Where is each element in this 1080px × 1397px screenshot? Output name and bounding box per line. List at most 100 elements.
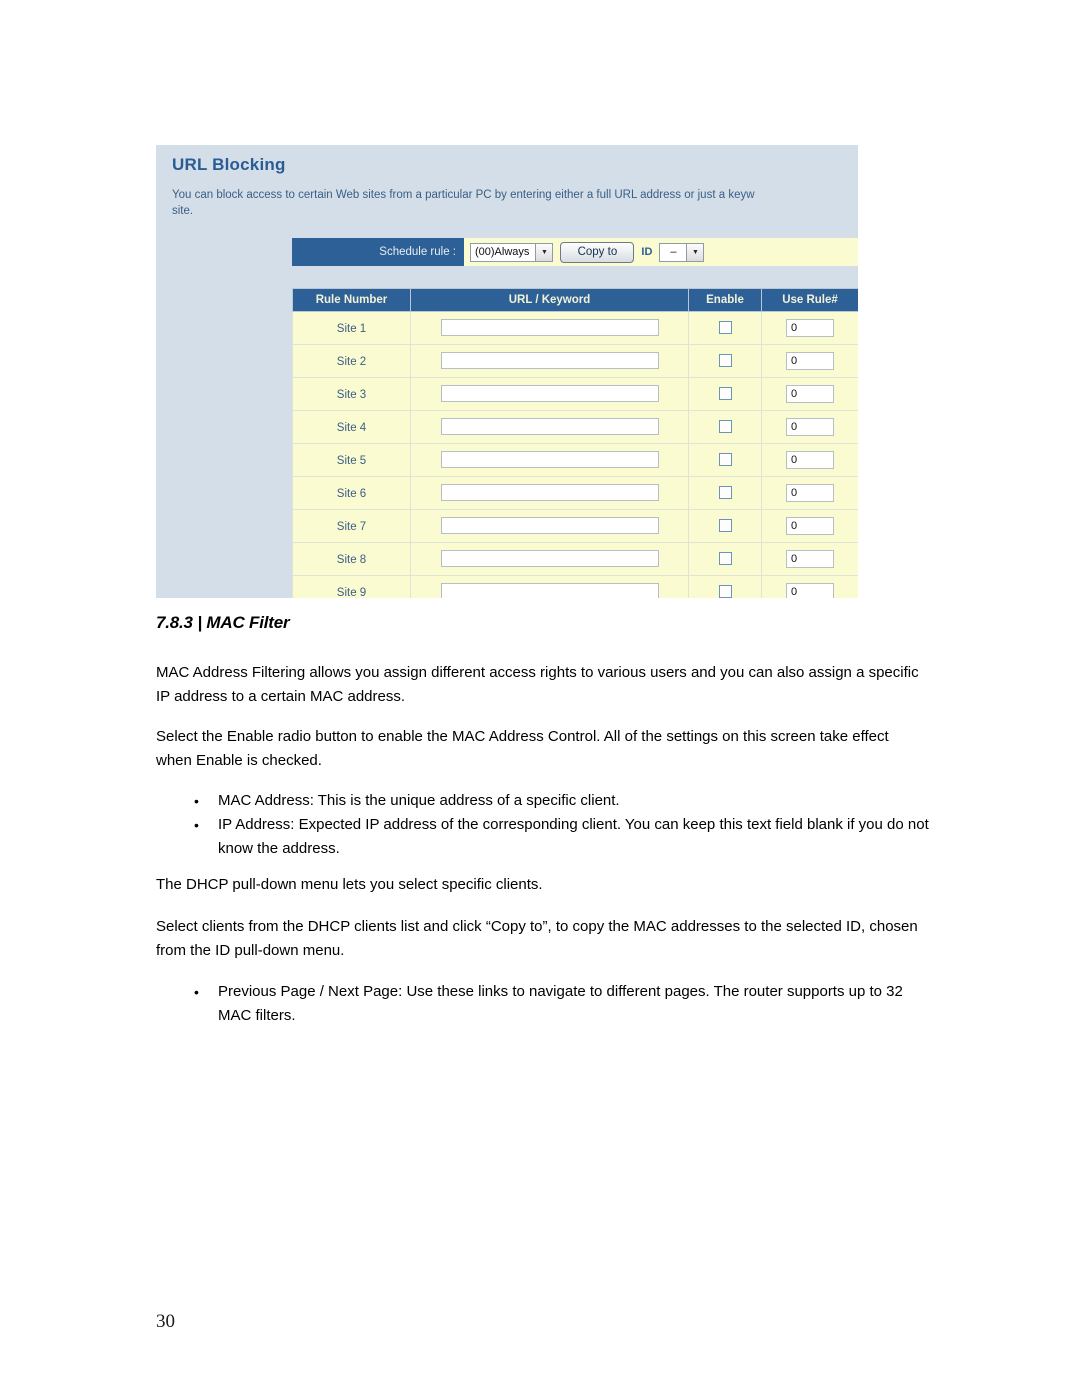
rule-number-label: Site 2 (336, 356, 367, 368)
enable-cell (688, 377, 762, 411)
enable-checkbox[interactable] (718, 420, 732, 434)
rule-number-label: Site 1 (336, 323, 367, 335)
enable-checkbox[interactable] (718, 519, 732, 533)
url-keyword-input[interactable] (440, 484, 659, 502)
table-row: Site 9 0 (292, 575, 858, 598)
rule-number-label: Site 3 (336, 389, 367, 401)
use-rule-input[interactable]: 0 (786, 351, 834, 370)
url-keyword-input[interactable] (440, 550, 659, 568)
enable-checkbox[interactable] (718, 387, 732, 401)
id-select-value: – (670, 245, 677, 258)
schedule-rule-select[interactable]: (00)Always ▼ (470, 242, 554, 262)
url-keyword-cell (410, 476, 689, 510)
url-keyword-cell (410, 311, 689, 345)
column-header-url-keyword: URL / Keyword (410, 288, 689, 312)
enable-checkbox[interactable] (718, 552, 732, 566)
url-blocking-table: Rule Number URL / Keyword Enable Use Rul… (292, 288, 858, 598)
table-row: Site 6 0 (292, 476, 858, 510)
paragraph-enable-radio: Select the Enable radio button to enable… (156, 728, 889, 769)
rule-number-cell: Site 2 (292, 344, 411, 378)
list-item: IP Address: Expected IP address of the c… (190, 813, 930, 861)
enable-cell (688, 542, 762, 576)
url-blocking-screenshot-panel: URL Blocking You can block access to cer… (156, 145, 858, 598)
rule-number-cell: Site 6 (292, 476, 411, 510)
url-keyword-input[interactable] (440, 352, 659, 370)
chevron-down-icon: ▼ (535, 243, 553, 261)
use-rule-input[interactable]: 0 (786, 384, 834, 403)
panel-title: URL Blocking (172, 155, 286, 174)
use-rule-cell: 0 (761, 410, 858, 444)
panel-description: You can block access to certain Web site… (172, 189, 755, 217)
use-rule-cell: 0 (761, 311, 858, 345)
rule-number-label: Site 5 (336, 455, 367, 467)
page-number: 30 (156, 1311, 175, 1332)
url-keyword-input[interactable] (440, 451, 659, 469)
rule-number-label: Site 4 (336, 422, 367, 434)
use-rule-input[interactable]: 0 (786, 582, 834, 598)
column-header-use-rule: Use Rule# (761, 288, 858, 312)
table-row: Site 3 0 (292, 377, 858, 411)
rule-number-cell: Site 7 (292, 509, 411, 543)
enable-checkbox[interactable] (718, 354, 732, 368)
paragraph-dhcp-menu: The DHCP pull-down menu lets you select … (156, 876, 543, 893)
schedule-rule-label: Schedule rule : (379, 246, 456, 258)
table-row: Site 2 0 (292, 344, 858, 378)
list-item: MAC Address: This is the unique address … (190, 789, 930, 813)
use-rule-input[interactable]: 0 (786, 516, 834, 535)
url-keyword-cell (410, 344, 689, 378)
column-header-enable: Enable (688, 288, 762, 312)
url-keyword-input[interactable] (440, 583, 659, 598)
use-rule-input[interactable]: 0 (786, 450, 834, 469)
url-keyword-cell (410, 575, 689, 598)
url-keyword-cell (410, 542, 689, 576)
schedule-rule-controls: (00)Always ▼ Copy to ID – ▼ (464, 241, 705, 263)
bullet-list-addresses: MAC Address: This is the unique address … (190, 789, 930, 861)
rule-number-cell: Site 1 (292, 311, 411, 345)
url-keyword-cell (410, 410, 689, 444)
paragraph-mac-filtering: MAC Address Filtering allows you assign … (156, 664, 919, 705)
enable-cell (688, 575, 762, 598)
rule-number-cell: Site 8 (292, 542, 411, 576)
rule-number-cell: Site 3 (292, 377, 411, 411)
id-label: ID (641, 246, 653, 258)
chevron-down-icon: ▼ (686, 243, 704, 261)
rule-number-label: Site 8 (336, 554, 367, 566)
url-keyword-cell (410, 443, 689, 477)
enable-checkbox[interactable] (718, 453, 732, 467)
use-rule-input[interactable]: 0 (786, 483, 834, 502)
url-keyword-input[interactable] (440, 385, 659, 403)
enable-cell (688, 443, 762, 477)
enable-cell (688, 311, 762, 345)
table-row: Site 7 0 (292, 509, 858, 543)
list-item: Previous Page / Next Page: Use these lin… (190, 980, 930, 1028)
url-keyword-input[interactable] (440, 517, 659, 535)
use-rule-cell: 0 (761, 542, 858, 576)
table-row: Site 5 0 (292, 443, 858, 477)
enable-cell (688, 509, 762, 543)
use-rule-cell: 0 (761, 344, 858, 378)
table-row: Site 8 0 (292, 542, 858, 576)
enable-cell (688, 476, 762, 510)
enable-checkbox[interactable] (718, 321, 732, 335)
url-keyword-cell (410, 509, 689, 543)
use-rule-input[interactable]: 0 (786, 549, 834, 568)
use-rule-input[interactable]: 0 (786, 318, 834, 337)
enable-checkbox[interactable] (718, 585, 732, 598)
table-header-row: Rule Number URL / Keyword Enable Use Rul… (292, 288, 858, 312)
bullet-list-pagination: Previous Page / Next Page: Use these lin… (190, 980, 930, 1028)
url-keyword-input[interactable] (440, 418, 659, 436)
use-rule-cell: 0 (761, 476, 858, 510)
table-body: Site 1 0 Site 2 0 Site 3 0 Site 4 0 Site 5 0 Site … (292, 311, 858, 598)
url-keyword-cell (410, 377, 689, 411)
url-keyword-input[interactable] (440, 319, 659, 337)
use-rule-input[interactable]: 0 (786, 417, 834, 436)
rule-number-label: Site 7 (336, 521, 367, 533)
enable-checkbox[interactable] (718, 486, 732, 500)
table-row: Site 4 0 (292, 410, 858, 444)
schedule-rule-label-box: Schedule rule : (292, 238, 464, 266)
id-select[interactable]: – ▼ (659, 242, 705, 262)
enable-cell (688, 410, 762, 444)
column-header-rule-number: Rule Number (292, 288, 411, 312)
use-rule-cell: 0 (761, 443, 858, 477)
copy-to-button[interactable]: Copy to (560, 241, 635, 263)
